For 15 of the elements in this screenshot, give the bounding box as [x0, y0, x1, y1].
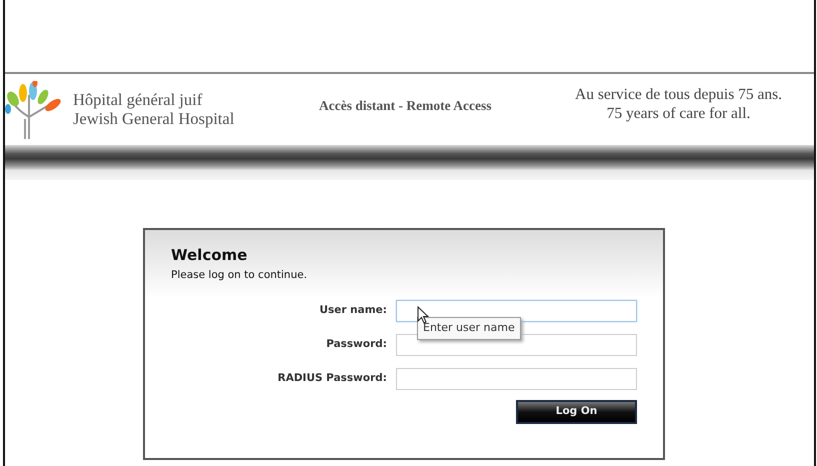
- field-label: RADIUS Password:: [278, 370, 387, 386]
- log-on-button[interactable]: Log On: [516, 400, 637, 424]
- hospital-name-english: Jewish General Hospital: [73, 110, 234, 128]
- field-label: Password:: [326, 336, 387, 352]
- input-field[interactable]: [396, 300, 637, 322]
- slogan-english: 75 years of care for all.: [606, 104, 752, 124]
- mouse-cursor-icon: [417, 306, 429, 324]
- instruction-text: Please log on to continue.: [171, 268, 308, 283]
- tooltip: Enter user name: [417, 317, 521, 340]
- slogan-french: Au service de tous depuis 75 ans.: [575, 86, 782, 104]
- remote-access-title: Accès distant - Remote Access: [319, 98, 492, 114]
- hospital-name-french: Hôpital général juif: [73, 90, 204, 110]
- field-label: User name:: [319, 302, 387, 318]
- input-field[interactable]: [396, 368, 637, 390]
- welcome-heading: Welcome: [171, 246, 248, 264]
